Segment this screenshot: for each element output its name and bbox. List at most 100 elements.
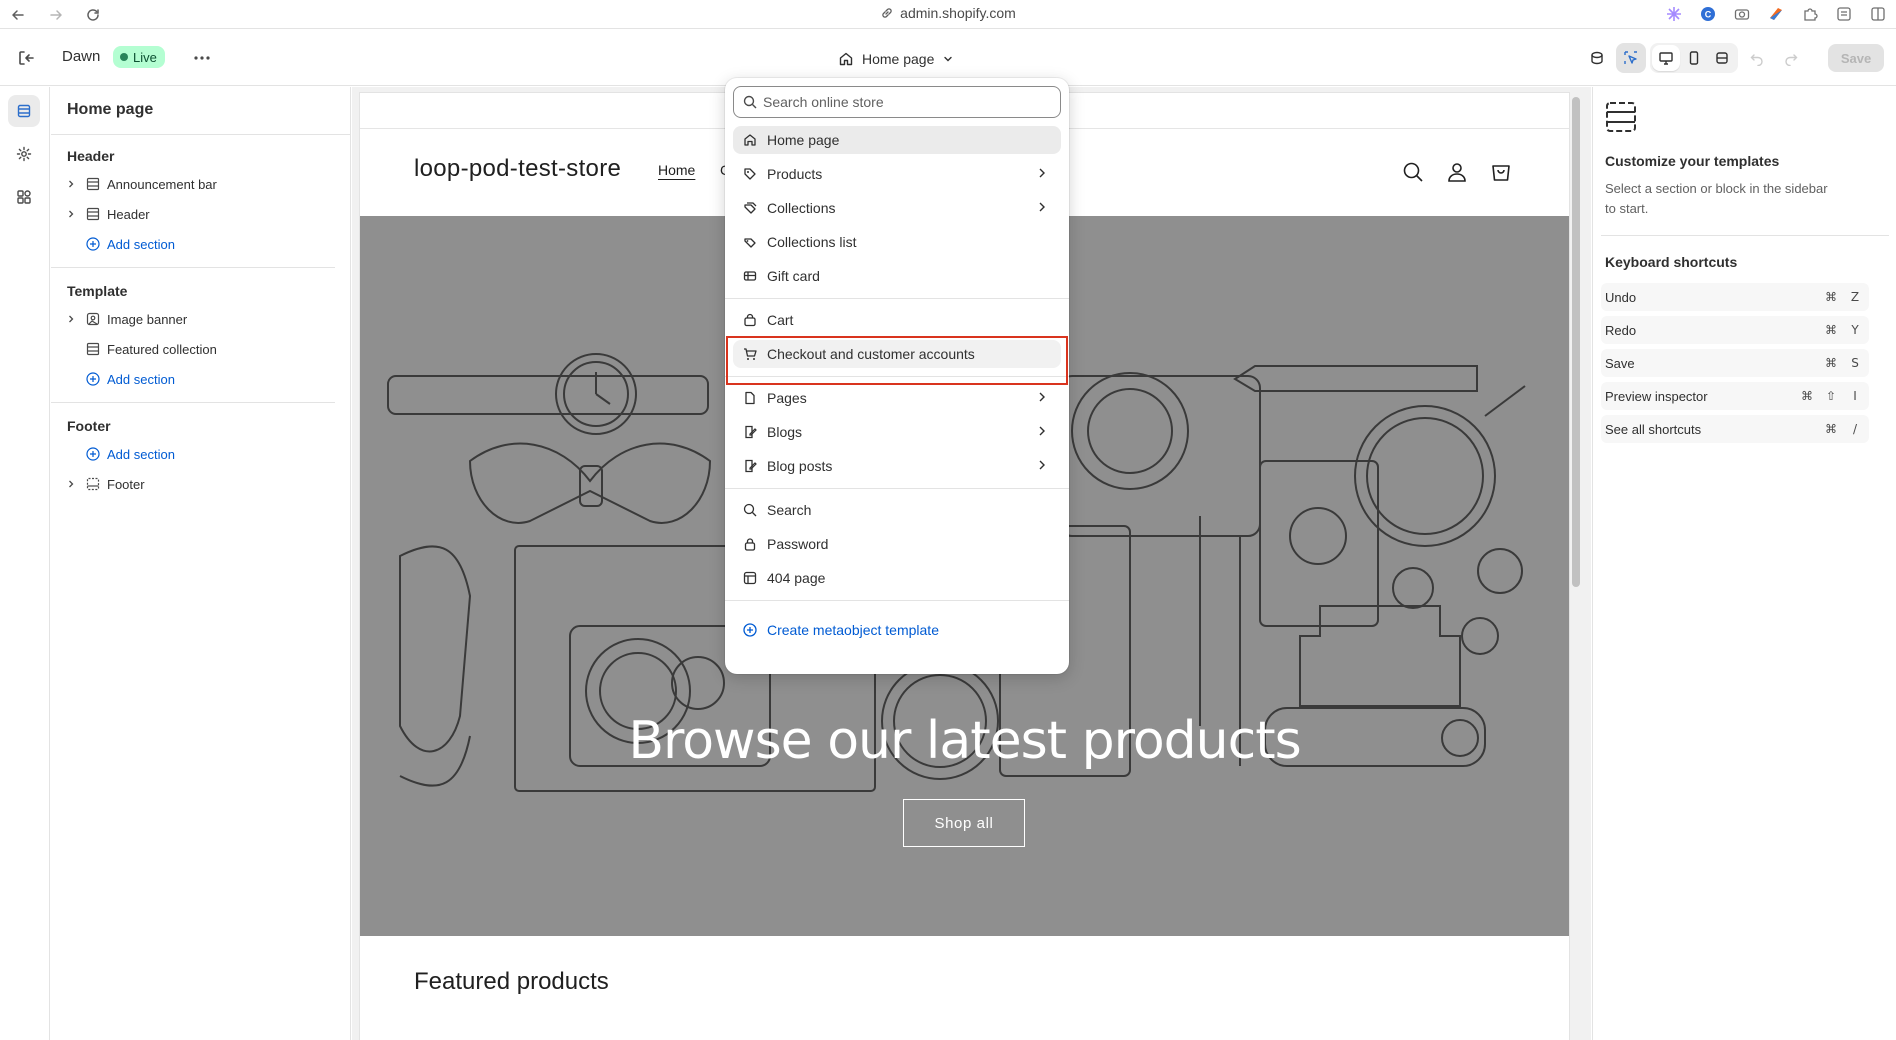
shortcut-row: Preview inspector ⌘ ⇧ I xyxy=(1601,382,1869,410)
shortcut-key: / xyxy=(1852,422,1858,436)
sidebar-item-footer[interactable]: Footer xyxy=(59,471,335,497)
apps-icon[interactable] xyxy=(8,181,40,213)
menu-item-404-page[interactable]: 404 page xyxy=(733,564,1061,592)
menu-item-cart[interactable]: Cart xyxy=(733,306,1061,334)
shortcut-label: Redo xyxy=(1605,322,1637,338)
menu-item-blog-posts[interactable]: Blog posts xyxy=(733,452,1061,480)
inspector-panel: Customize your templates Select a sectio… xyxy=(1592,87,1896,1040)
puzzle-extension-icon[interactable] xyxy=(1800,4,1820,24)
gift-card-icon xyxy=(742,268,758,284)
exit-editor-icon[interactable] xyxy=(14,46,38,70)
chevron-right-icon[interactable] xyxy=(63,206,79,222)
camera-extension-icon[interactable] xyxy=(1732,4,1752,24)
shop-all-button[interactable]: Shop all xyxy=(903,799,1025,847)
menu-item-label: Collections xyxy=(767,200,836,216)
shortcut-keys: ⌘ ⇧ I xyxy=(1797,386,1865,406)
menu-item-pages[interactable]: Pages xyxy=(733,384,1061,412)
shortcut-label: Save xyxy=(1605,355,1635,371)
create-metaobject-template-button[interactable]: Create metaobject template xyxy=(733,616,1061,644)
divider xyxy=(725,600,1069,601)
shortcut-key: ⌘ xyxy=(1825,290,1837,304)
menu-item-label: Password xyxy=(767,536,829,552)
menu-item-label: Gift card xyxy=(767,268,820,284)
template-group-title: Template xyxy=(67,283,128,299)
topbar-actions: Save xyxy=(1582,43,1884,73)
sidebar-item-announcement-bar[interactable]: Announcement bar xyxy=(59,171,335,197)
cart-icon xyxy=(742,346,758,362)
shortcut-row: Undo ⌘ Z xyxy=(1601,283,1869,311)
store-logo-text[interactable]: loop-pod-test-store xyxy=(414,155,621,183)
shortcut-key: I xyxy=(1853,389,1857,403)
fullscreen-view-icon[interactable] xyxy=(1708,45,1736,71)
theme-settings-gear-icon[interactable] xyxy=(8,138,40,170)
undo-icon[interactable] xyxy=(1742,43,1772,73)
cart-icon[interactable] xyxy=(1489,160,1513,184)
reading-list-icon[interactable] xyxy=(1834,4,1854,24)
menu-item-label: Pages xyxy=(767,390,807,406)
menu-item-password[interactable]: Password xyxy=(733,530,1061,558)
menu-item-home-page[interactable]: Home page xyxy=(733,126,1061,154)
menu-item-gift-card[interactable]: Gift card xyxy=(733,262,1061,290)
shortcut-row[interactable]: See all shortcuts ⌘ / xyxy=(1601,415,1869,443)
address-bar[interactable]: admin.shopify.com xyxy=(0,5,1896,21)
url-text: admin.shopify.com xyxy=(900,5,1016,21)
sidebar-toggle-icon[interactable] xyxy=(1868,4,1888,24)
section-layout-icon xyxy=(85,341,101,357)
menu-item-label: Blog posts xyxy=(767,458,833,474)
sidebar-item-header[interactable]: Header xyxy=(59,201,335,227)
extension-c-icon[interactable]: C xyxy=(1698,4,1718,24)
sections-icon[interactable] xyxy=(8,95,40,127)
add-section-footer-button[interactable]: Add section xyxy=(59,441,335,467)
desktop-view-icon[interactable] xyxy=(1652,45,1680,71)
chevron-right-icon xyxy=(1035,458,1049,472)
tag-icon xyxy=(742,166,758,182)
menu-item-products[interactable]: Products xyxy=(733,160,1061,188)
app-embeds-icon[interactable] xyxy=(1582,43,1612,73)
redo-icon[interactable] xyxy=(1776,43,1806,73)
menu-item-checkout[interactable]: Checkout and customer accounts xyxy=(733,340,1061,368)
mobile-view-icon[interactable] xyxy=(1680,45,1708,71)
menu-item-label: Checkout and customer accounts xyxy=(767,346,975,362)
shortcut-keys: ⌘ S xyxy=(1821,353,1865,373)
search-input[interactable] xyxy=(763,94,1043,110)
preview-scrollbar[interactable] xyxy=(1572,97,1580,587)
sidebar-item-image-banner[interactable]: Image banner xyxy=(59,306,335,332)
search-icon xyxy=(743,95,757,109)
templates-layout-icon xyxy=(1605,101,1637,133)
menu-item-blogs[interactable]: Blogs xyxy=(733,418,1061,446)
sidebar-item-featured-collection[interactable]: Featured collection xyxy=(59,336,335,362)
menu-item-collections[interactable]: Collections xyxy=(733,194,1061,222)
sidebar-item-label: Footer xyxy=(107,476,145,492)
divider xyxy=(51,134,351,135)
menu-item-collections-list[interactable]: Collections list xyxy=(733,228,1061,256)
sections-sidebar: Home page Header Announcement bar Header… xyxy=(51,87,351,1040)
inspector-title: Customize your templates xyxy=(1605,153,1780,169)
page-selector[interactable]: Home page xyxy=(838,46,954,72)
save-button[interactable]: Save xyxy=(1828,44,1884,72)
home-icon xyxy=(839,52,853,66)
chevron-right-icon[interactable] xyxy=(63,311,79,327)
featured-heading: Featured products xyxy=(414,968,609,995)
add-section-template-button[interactable]: Add section xyxy=(59,366,335,392)
nav-link-home[interactable]: Home xyxy=(658,162,695,178)
search-field[interactable] xyxy=(733,86,1061,118)
sidebar-item-label: Announcement bar xyxy=(107,176,217,192)
more-actions-icon[interactable] xyxy=(190,46,214,70)
inspector-select-icon[interactable] xyxy=(1616,43,1646,73)
menu-item-label: Cart xyxy=(767,312,794,328)
menu-item-search[interactable]: Search xyxy=(733,496,1061,524)
shortcut-key: Y xyxy=(1851,323,1859,337)
add-section-header-button[interactable]: Add section xyxy=(59,231,335,257)
menu-item-label: Collections list xyxy=(767,234,857,250)
shortcut-key: S xyxy=(1851,356,1859,370)
banner-heading: Browse our latest products xyxy=(628,711,1301,771)
search-icon[interactable] xyxy=(1401,160,1425,184)
account-icon[interactable] xyxy=(1445,160,1469,184)
page-icon xyxy=(742,390,758,406)
chevron-right-icon[interactable] xyxy=(63,176,79,192)
chevron-right-icon[interactable] xyxy=(63,476,79,492)
sparkle-extension-icon[interactable] xyxy=(1664,4,1684,24)
color-extension-icon[interactable] xyxy=(1766,4,1786,24)
page-selector-dropdown: Home page Products Collections Collectio… xyxy=(725,78,1069,674)
shortcut-key: ⌘ xyxy=(1825,422,1837,436)
